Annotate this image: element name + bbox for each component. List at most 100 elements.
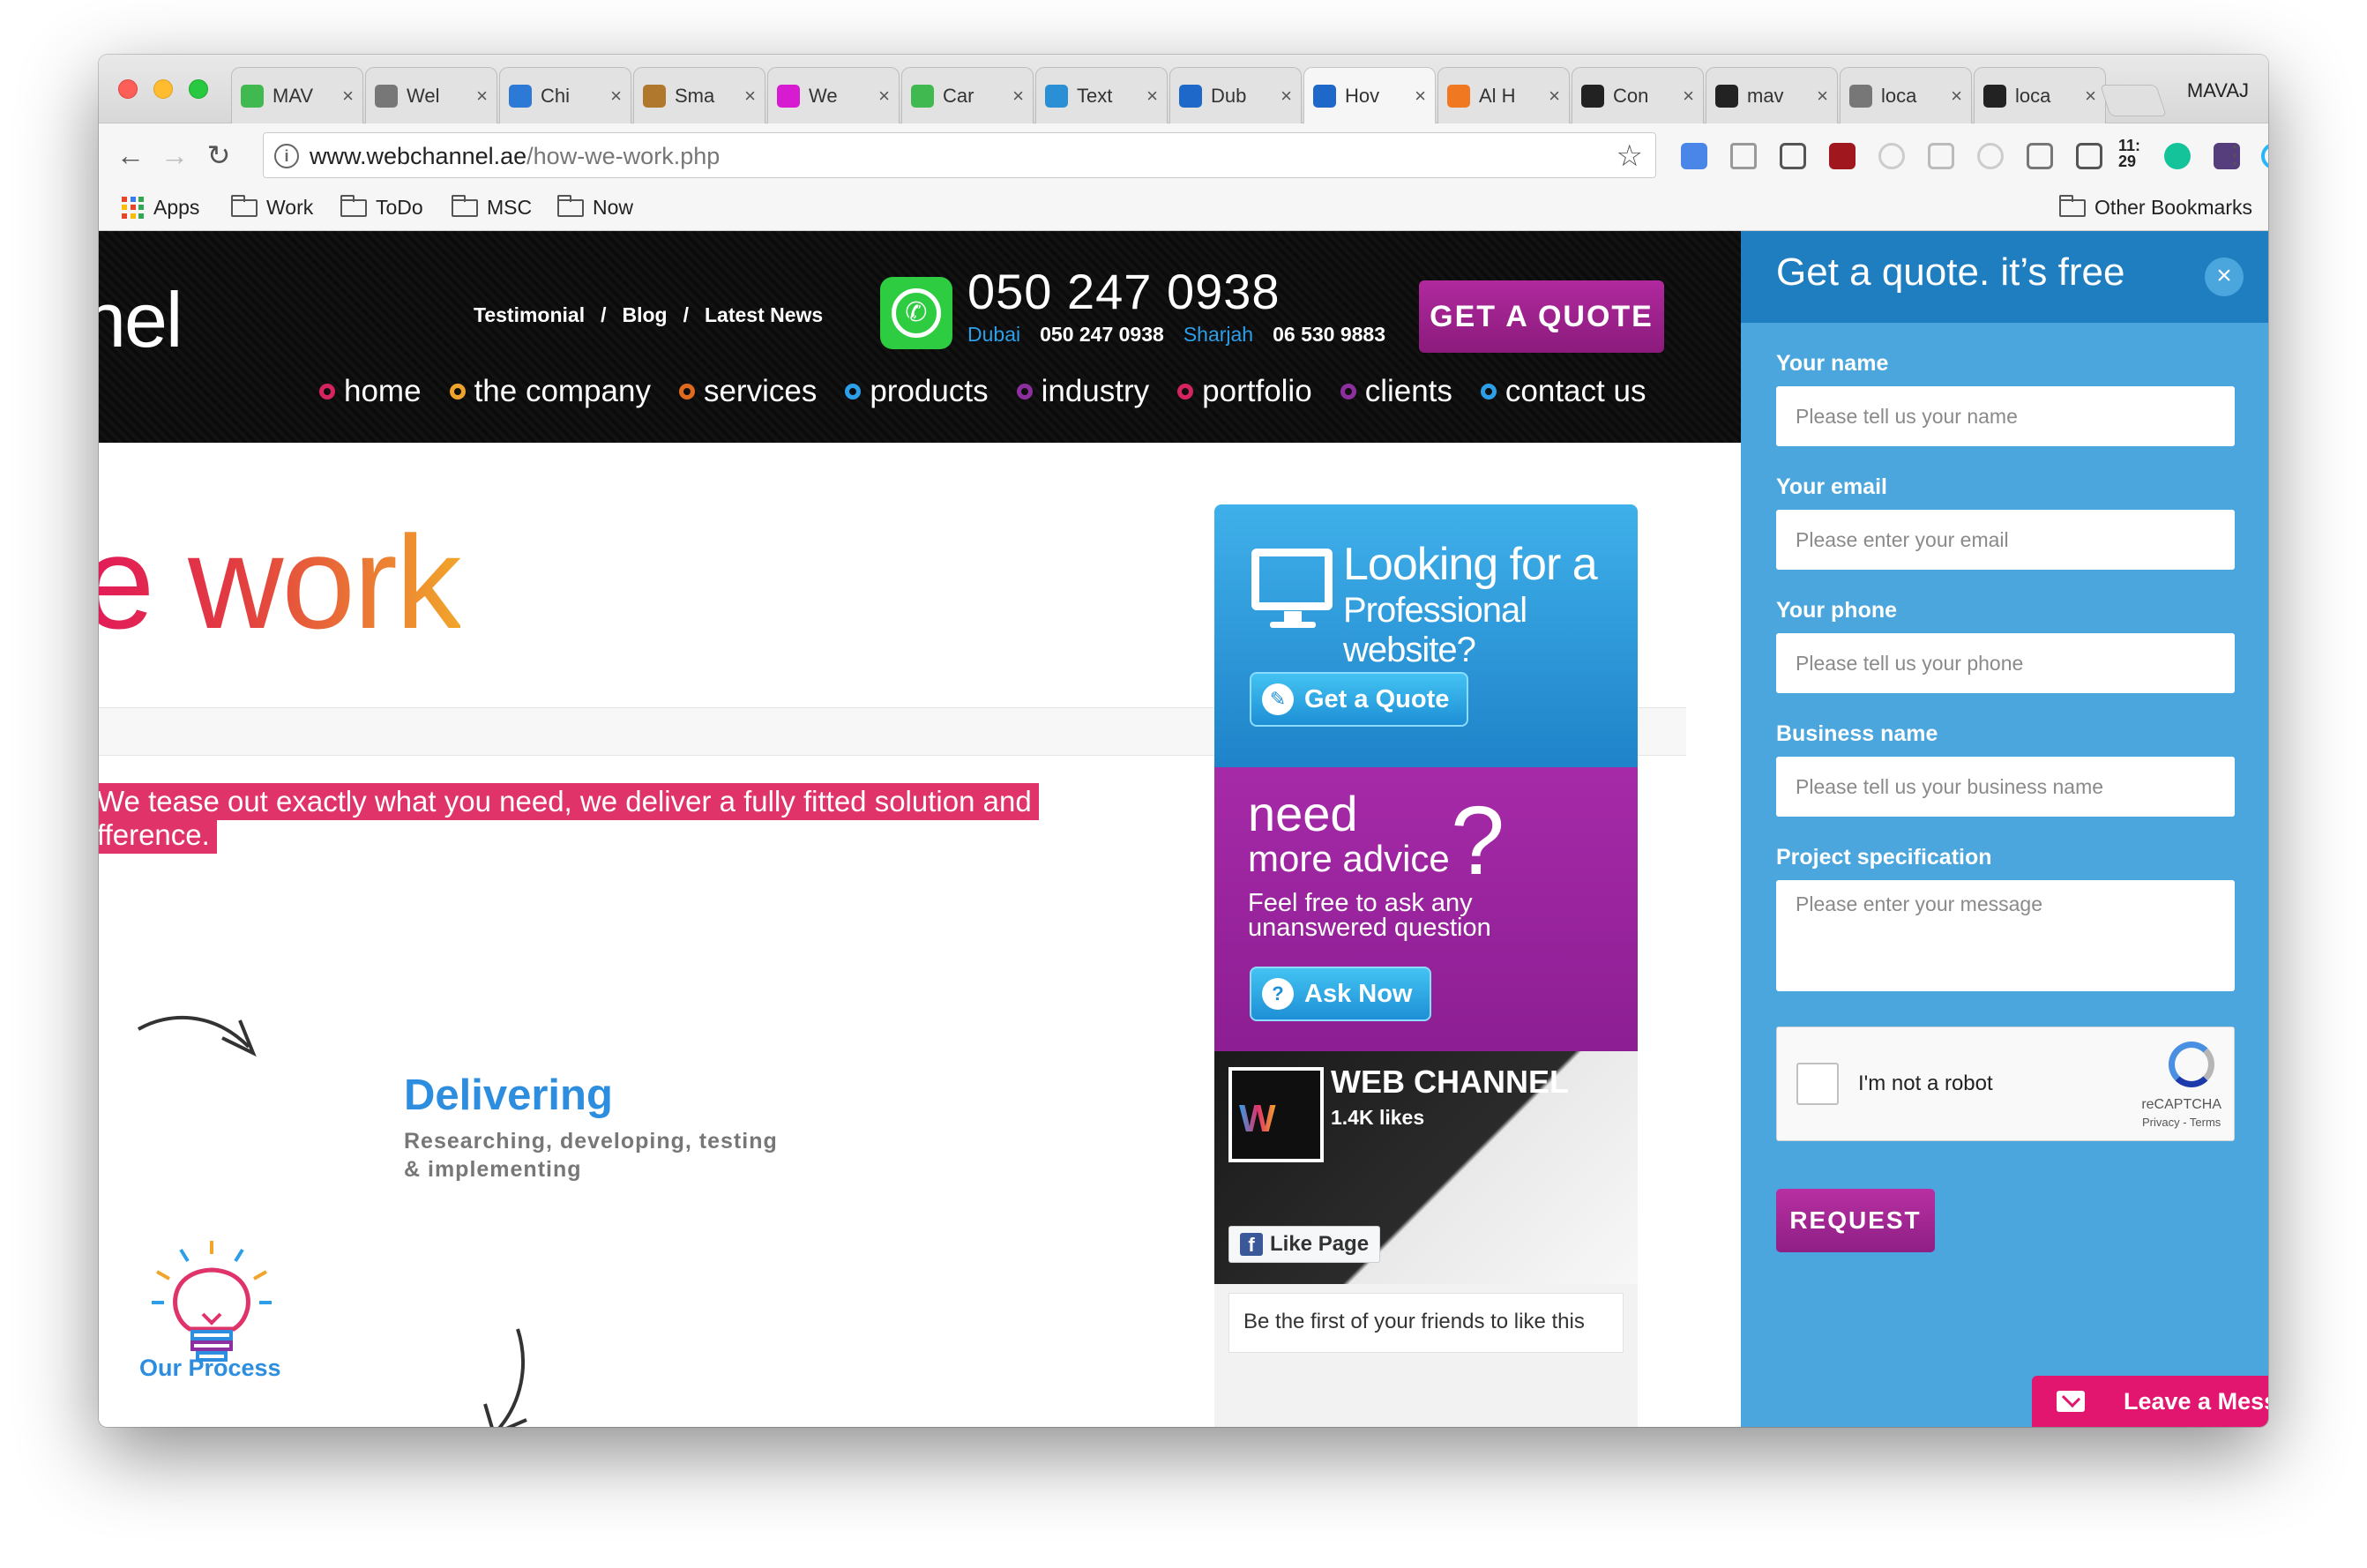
settings-extension-icon[interactable]: [1928, 143, 1954, 169]
nav-item-clients[interactable]: clients: [1340, 374, 1452, 409]
project-spec-field[interactable]: [1776, 880, 2235, 991]
browser-tab[interactable]: Sma ×: [633, 67, 765, 123]
other-bookmarks[interactable]: Other Bookmarks: [2059, 194, 2252, 220]
browser-tab[interactable]: Con ×: [1572, 67, 1704, 123]
blog-link[interactable]: Blog: [623, 303, 668, 327]
nav-item-portfolio[interactable]: portfolio: [1177, 374, 1312, 409]
minimize-window-button[interactable]: [153, 79, 173, 99]
bookmark-work[interactable]: Work: [231, 194, 313, 220]
edit-extension-icon[interactable]: [2027, 143, 2053, 169]
tab-close-icon[interactable]: ×: [744, 85, 756, 108]
delivering-subtitle-line: & implementing: [404, 1157, 582, 1182]
orange-circle-icon: [1447, 84, 1470, 108]
clock-extension-icon[interactable]: 11: 29: [2118, 138, 2154, 169]
browser-tab[interactable]: Wel ×: [365, 67, 497, 123]
forward-button[interactable]: →: [159, 139, 190, 171]
bookmark-todo[interactable]: ToDo: [340, 194, 423, 220]
tab-close-icon[interactable]: ×: [1146, 85, 1158, 108]
facebook-like-page-button[interactable]: f Like Page: [1228, 1226, 1381, 1263]
link-icon: [509, 84, 532, 108]
bulb-extension-icon[interactable]: [2076, 143, 2102, 169]
latest-news-link[interactable]: Latest News: [705, 303, 823, 327]
need-advice-ad[interactable]: need more advice ? Feel free to ask any …: [1214, 767, 1638, 1051]
profile-name[interactable]: MAVAJ: [2187, 79, 2249, 102]
browser-tab[interactable]: mav ×: [1706, 67, 1838, 123]
tab-close-icon[interactable]: ×: [878, 85, 890, 108]
bookmark-star-icon[interactable]: ☆: [1617, 138, 1643, 174]
back-button[interactable]: ←: [115, 139, 146, 171]
ask-now-button[interactable]: ? Ask Now: [1250, 967, 1432, 1021]
nav-item-the-company[interactable]: the company: [449, 374, 651, 409]
tab-close-icon[interactable]: ×: [610, 85, 622, 108]
grammarly-extension-icon[interactable]: [2164, 143, 2191, 169]
browser-tab[interactable]: We ×: [767, 67, 900, 123]
sharjah-phone[interactable]: 06 530 9883: [1273, 323, 1385, 347]
curved-arrow-icon: [138, 1015, 257, 1057]
bookmark-apps[interactable]: Apps: [122, 196, 199, 220]
site-info-icon[interactable]: i: [274, 144, 299, 168]
tab-close-icon[interactable]: ×: [1683, 85, 1694, 108]
browser-tab[interactable]: loca ×: [1840, 67, 1972, 123]
tab-close-icon[interactable]: ×: [1415, 85, 1426, 108]
nav-item-home[interactable]: home: [319, 374, 422, 409]
bookmark-now[interactable]: Now: [557, 194, 633, 220]
ublock-extension-icon[interactable]: [1829, 143, 1856, 169]
react-extension-icon[interactable]: [1878, 143, 1905, 169]
tab-close-icon[interactable]: ×: [1549, 85, 1560, 108]
browser-tab[interactable]: MAV ×: [231, 67, 363, 123]
recaptcha-checkbox[interactable]: [1796, 1063, 1839, 1105]
business-name-field[interactable]: [1776, 757, 2235, 817]
browser-tab[interactable]: Text ×: [1035, 67, 1168, 123]
chrome-menu-icon[interactable]: ⋮: [2219, 139, 2251, 171]
email-field[interactable]: [1776, 510, 2235, 570]
ad-get-a-quote-button[interactable]: ✎ Get a Quote: [1250, 672, 1469, 727]
site-logo[interactable]: nel: [99, 275, 183, 365]
phone-field[interactable]: [1776, 633, 2235, 693]
facebook-page-avatar[interactable]: W: [1228, 1067, 1324, 1162]
dubai-phone[interactable]: 050 247 0938: [1040, 323, 1164, 347]
browser-tab[interactable]: Al H ×: [1437, 67, 1570, 123]
url-text[interactable]: www.webchannel.ae/how-we-work.php: [310, 143, 720, 170]
nav-item-products[interactable]: products: [845, 374, 989, 409]
request-button[interactable]: REQUEST: [1776, 1189, 1935, 1252]
nav-item-services[interactable]: services: [678, 374, 817, 409]
monitor-icon: [1251, 549, 1333, 628]
tab-close-icon[interactable]: ×: [2085, 85, 2096, 108]
tab-close-icon[interactable]: ×: [342, 85, 354, 108]
browser-tab[interactable]: Car ×: [901, 67, 1034, 123]
down-arrow-icon: [483, 1328, 527, 1427]
nav-item-contact-us[interactable]: contact us: [1480, 374, 1646, 409]
folder-icon: [340, 194, 367, 217]
leave-message-button[interactable]: Leave a Message: [2032, 1376, 2268, 1427]
address-bar[interactable]: i www.webchannel.ae/how-we-work.php ☆: [263, 132, 1656, 178]
recaptcha-links[interactable]: Privacy - Terms: [2141, 1114, 2221, 1131]
translate-extension-icon[interactable]: [1681, 143, 1707, 169]
tab-close-icon[interactable]: ×: [1281, 85, 1292, 108]
cube-extension-icon[interactable]: [1730, 143, 1757, 169]
tab-close-icon[interactable]: ×: [1012, 85, 1024, 108]
timer-extension-icon[interactable]: [1977, 143, 2004, 169]
get-a-quote-button[interactable]: GET A QUOTE: [1419, 280, 1664, 353]
tab-close-icon[interactable]: ×: [476, 85, 488, 108]
nav-item-industry[interactable]: industry: [1016, 374, 1149, 409]
g-extension-icon[interactable]: [2261, 143, 2268, 169]
facebook-page-name[interactable]: WEB CHANNEL: [1331, 1064, 1569, 1101]
browser-tab[interactable]: Hov ×: [1303, 67, 1436, 124]
tab-close-icon[interactable]: ×: [1817, 85, 1828, 108]
close-window-button[interactable]: [118, 79, 138, 99]
professional-website-ad[interactable]: Looking for a Professional website? ✎ Get…: [1214, 504, 1638, 767]
main-phone-number[interactable]: 050 247 0938: [967, 263, 1281, 320]
browser-tab[interactable]: Dub ×: [1169, 67, 1302, 123]
maximize-window-button[interactable]: [189, 79, 208, 99]
reload-button[interactable]: ↻: [203, 139, 235, 171]
name-field[interactable]: [1776, 386, 2235, 446]
bookmark-msc[interactable]: MSC: [452, 194, 532, 220]
testimonial-link[interactable]: Testimonial: [474, 303, 585, 327]
tab-close-icon[interactable]: ×: [1951, 85, 1962, 108]
browser-tab[interactable]: loca ×: [1974, 67, 2106, 123]
whatsapp-icon[interactable]: ✆: [880, 277, 952, 349]
mail-extension-icon[interactable]: [1780, 143, 1806, 169]
new-tab-button[interactable]: [2100, 85, 2167, 116]
browser-tab[interactable]: Chi ×: [499, 67, 631, 123]
close-icon[interactable]: ×: [2205, 258, 2244, 296]
